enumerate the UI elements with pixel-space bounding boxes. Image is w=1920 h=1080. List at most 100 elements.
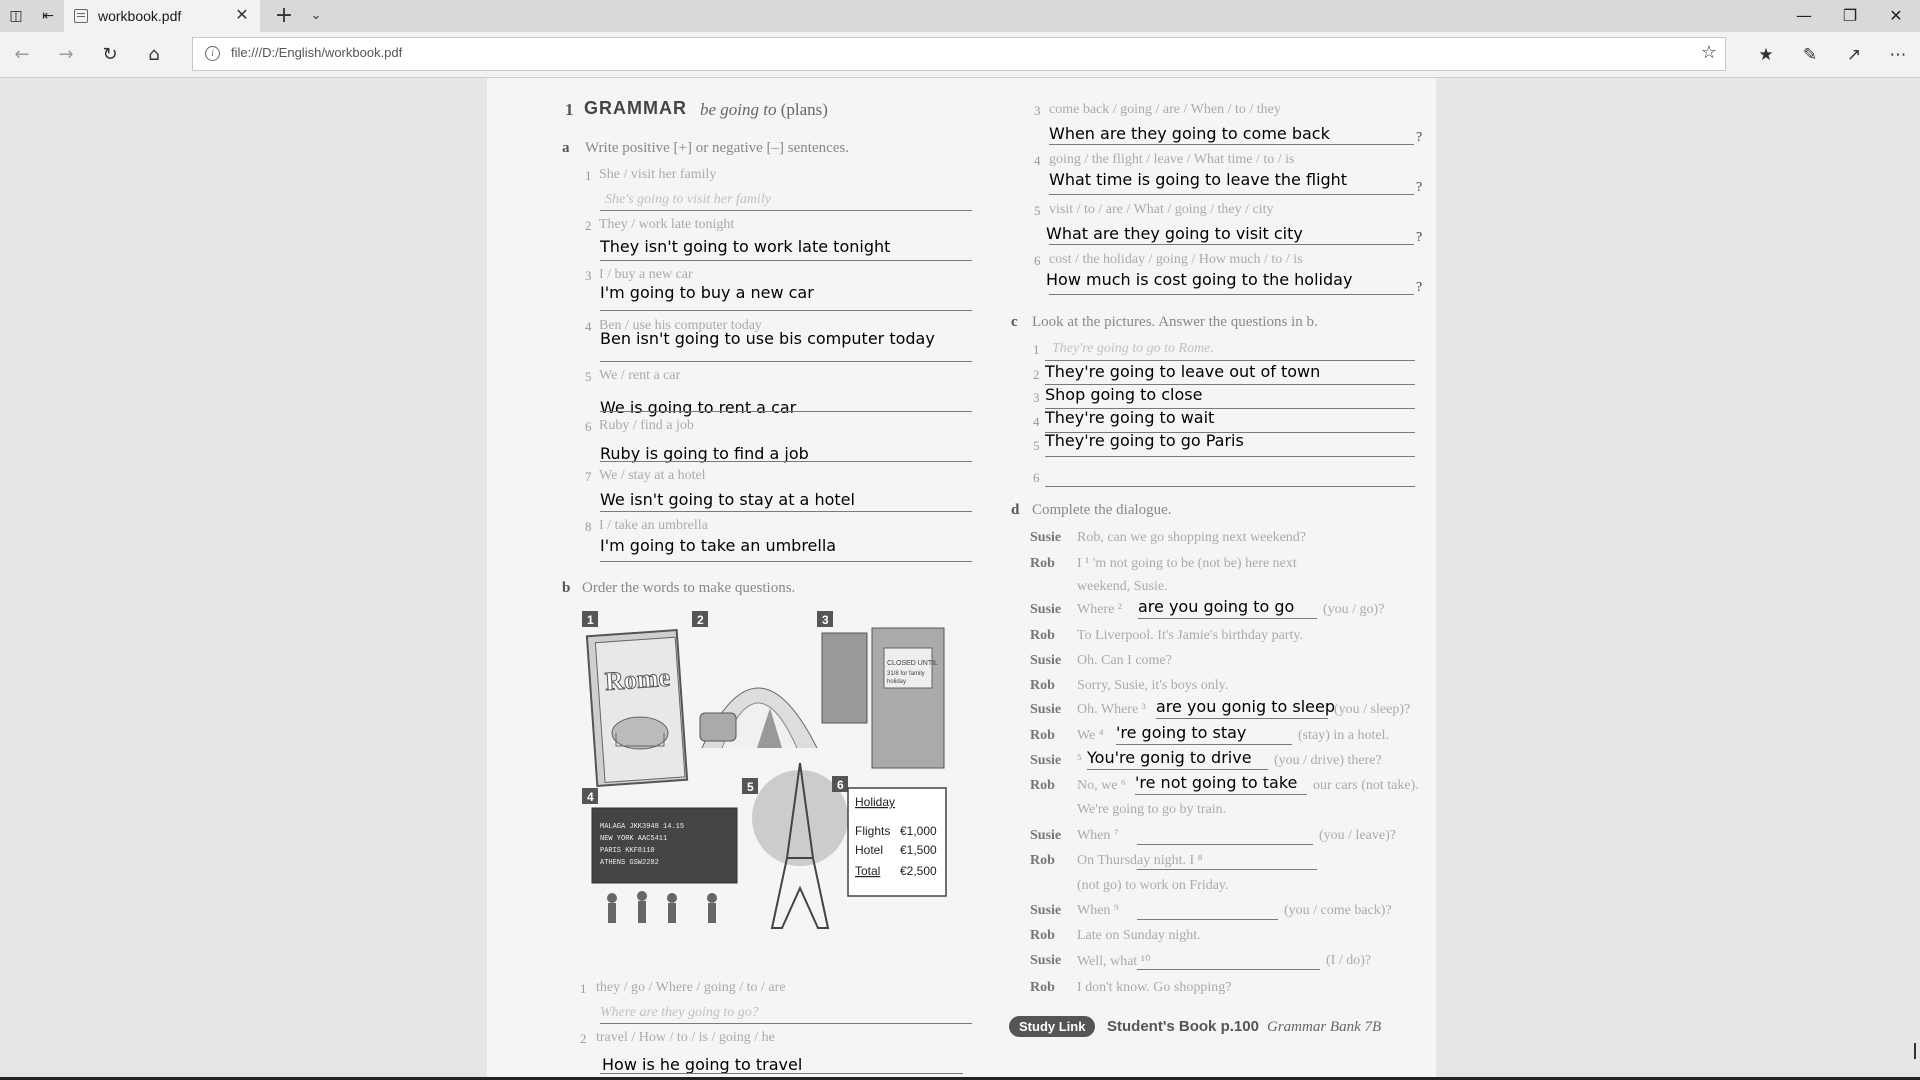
item-number: 6	[1034, 253, 1041, 268]
students-book-ref: Student's Book p.100	[1107, 1018, 1259, 1035]
close-tab-icon[interactable]: ✕	[232, 6, 252, 26]
set-aside-tabs-icon[interactable]: ⇤	[36, 4, 60, 28]
svg-text:Total: Total	[855, 864, 880, 878]
speaker-label: Susie	[1030, 903, 1062, 918]
section-b-pictures: 1 Rome 2 3 CLOSED UNTIL 31/8 for family …	[582, 611, 947, 929]
favorite-star-icon[interactable]: ☆	[1701, 42, 1717, 63]
pdf-file-icon	[74, 9, 88, 23]
answer-b2[interactable]: How is he going to travel	[602, 1055, 802, 1074]
tab-actions-icon[interactable]: ◫	[4, 4, 28, 28]
prompt-b6: cost / the holiday / going / How much / …	[1049, 252, 1303, 267]
answer-line	[1049, 294, 1414, 295]
question-mark: ?	[1416, 280, 1423, 295]
speaker-label: Susie	[1030, 653, 1062, 668]
answer-a5[interactable]: We is going to rent a car	[600, 398, 796, 417]
dialogue-answer[interactable]: You're gonig to drive	[1087, 748, 1252, 767]
answer-a7[interactable]: We isn't going to stay at a hotel	[600, 490, 855, 509]
item-number: 6	[585, 419, 592, 434]
section-c-instruction: Look at the pictures. Answer the questio…	[1032, 314, 1318, 330]
prompt-a3: I / buy a new car	[599, 267, 693, 282]
verb-hint: (you / sleep)?	[1334, 702, 1411, 717]
close-window-button[interactable]: ✕	[1873, 0, 1919, 32]
prompt-b2: travel / How / to / is / going / he	[596, 1030, 775, 1045]
new-tab-button[interactable]: +	[272, 4, 296, 28]
refresh-button[interactable]: ↻	[96, 41, 124, 69]
web-note-pen-icon[interactable]: ✎	[1796, 41, 1824, 69]
section-d-letter: d	[1011, 502, 1020, 518]
svg-text:€1,500: €1,500	[900, 843, 937, 857]
speaker-label: Susie	[1030, 702, 1062, 717]
svg-text:€2,500: €2,500	[900, 864, 937, 878]
svg-text:Holiday: Holiday	[855, 795, 895, 809]
grammar-topic: be going to (plans)	[700, 100, 828, 119]
svg-text:CLOSED UNTIL: CLOSED UNTIL	[887, 660, 938, 667]
site-info-icon[interactable]: i	[205, 46, 220, 61]
item-number: 3	[1034, 103, 1041, 118]
speaker-label: Susie	[1030, 828, 1062, 843]
answer-line	[600, 310, 972, 311]
favorites-hub-icon[interactable]: ★	[1752, 41, 1780, 69]
picture-1-rome-book: 1 Rome	[582, 611, 689, 788]
answer-line	[1137, 869, 1317, 870]
section-d-instruction: Complete the dialogue.	[1032, 502, 1172, 518]
verb-hint: (stay) in a hotel.	[1298, 728, 1389, 743]
scrollbar-indicator[interactable]	[1914, 1043, 1916, 1059]
verb-hint: (you / come back)?	[1284, 903, 1392, 918]
example-c1: They're going to go to Rome.	[1052, 341, 1214, 356]
prompt-a5: We / rent a car	[599, 368, 681, 383]
answer-c2[interactable]: They're going to leave out of town	[1045, 362, 1320, 381]
dialogue-text: No, we ⁶	[1077, 778, 1126, 793]
dialogue-answer[interactable]: are you going to go	[1138, 597, 1294, 616]
answer-b4[interactable]: What time is going to leave the flight	[1049, 170, 1347, 189]
more-menu-icon[interactable]: ⋯	[1884, 41, 1912, 69]
minimize-button[interactable]: —	[1781, 0, 1827, 32]
verb-hint: our cars (not take).	[1313, 778, 1419, 793]
answer-a4[interactable]: Ben isn't going to use bis computer toda…	[600, 329, 935, 348]
svg-text:2: 2	[697, 613, 704, 627]
dialogue-answer[interactable]: 're going to stay	[1116, 723, 1246, 742]
pdf-viewer[interactable]: 1 GRAMMAR be going to (plans) a Write po…	[0, 78, 1920, 1077]
dialogue-text: weekend, Susie.	[1077, 579, 1168, 594]
item-number: 5	[1034, 203, 1041, 218]
forward-button[interactable]: →	[52, 41, 80, 69]
answer-a3[interactable]: I'm going to buy a new car	[600, 283, 814, 302]
item-number: 5	[1033, 438, 1040, 453]
dialogue-text: When ⁹	[1077, 903, 1119, 918]
dialogue-text: Late on Sunday night.	[1077, 928, 1201, 943]
answer-line	[1049, 194, 1414, 195]
share-icon[interactable]: ↗	[1840, 41, 1868, 69]
item-number: 4	[1034, 153, 1041, 168]
answer-c3[interactable]: Shop going to close	[1045, 385, 1202, 404]
answer-a2[interactable]: They isn't going to work late tonight	[600, 237, 890, 256]
answer-line	[1045, 456, 1415, 457]
home-button[interactable]: ⌂	[140, 41, 168, 69]
item-number: 2	[1033, 367, 1040, 382]
dialogue-text: Oh. Can I come?	[1077, 653, 1172, 668]
svg-text:holiday: holiday	[887, 679, 906, 685]
address-bar[interactable]: i file:///D:/English/workbook.pdf ☆	[192, 37, 1726, 71]
answer-b3[interactable]: When are they going to come back	[1049, 124, 1330, 143]
answer-c4[interactable]: They're going to wait	[1045, 408, 1214, 427]
dialogue-answer[interactable]: 're not going to take	[1135, 773, 1297, 792]
answer-line	[1137, 969, 1320, 970]
dialogue-answer[interactable]: are you gonig to sleep	[1156, 697, 1335, 716]
verb-hint: (I / do)?	[1326, 953, 1372, 968]
answer-line	[1116, 744, 1292, 745]
verb-hint: (you / go)?	[1323, 602, 1385, 617]
dialogue-text: (not go) to work on Friday.	[1077, 878, 1229, 893]
tab-preview-chevron-icon[interactable]: ⌄	[304, 4, 328, 28]
verb-hint: (you / leave)?	[1319, 828, 1396, 843]
tab-workbook[interactable]: workbook.pdf ✕	[64, 0, 260, 32]
dialogue-text: To Liverpool. It's Jamie's birthday part…	[1077, 628, 1303, 643]
back-button[interactable]: ←	[8, 41, 36, 69]
address-url[interactable]: file:///D:/English/workbook.pdf	[231, 45, 402, 60]
answer-c5[interactable]: They're going to go Paris	[1045, 431, 1244, 450]
item-number: 2	[585, 218, 592, 233]
answer-b5[interactable]: What are they going to visit city	[1046, 224, 1303, 243]
speaker-label: Rob	[1030, 556, 1055, 571]
restore-button[interactable]: ❐	[1827, 0, 1873, 32]
picture-4-departure-board: 4 MALAGA JKK3948 14.15 NEW YORK AAC5411 …	[582, 788, 738, 923]
answer-line	[600, 1073, 963, 1074]
answer-b6[interactable]: How much is cost going to the holiday	[1046, 270, 1352, 289]
answer-a8[interactable]: I'm going to take an umbrella	[600, 536, 836, 555]
